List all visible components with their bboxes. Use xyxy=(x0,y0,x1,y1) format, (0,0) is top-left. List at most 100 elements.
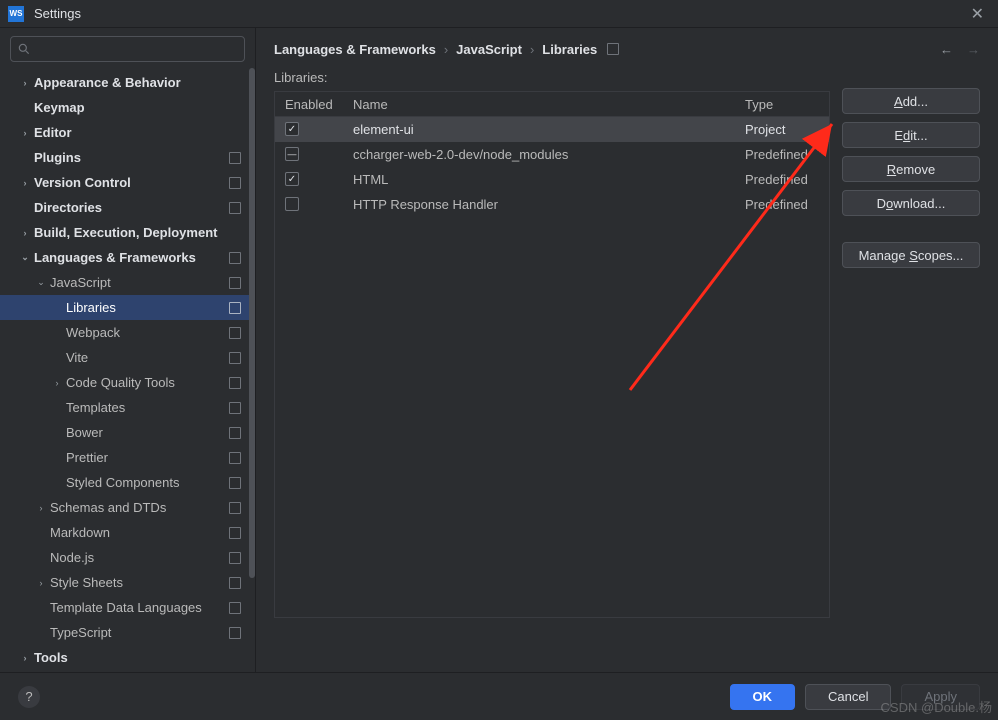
sidebar-item-label: JavaScript xyxy=(50,275,111,290)
sidebar-scrollbar[interactable] xyxy=(249,68,255,672)
table-header: Enabled Name Type xyxy=(275,92,829,117)
manage-scopes-button[interactable]: Manage Scopes... xyxy=(842,242,980,268)
scope-icon xyxy=(229,327,241,339)
sidebar-item-label: Style Sheets xyxy=(50,575,123,590)
scope-icon xyxy=(229,627,241,639)
col-enabled[interactable]: Enabled xyxy=(275,97,345,112)
close-icon[interactable]: ✕ xyxy=(965,4,990,24)
main-panel: Languages & Frameworks › JavaScript › Li… xyxy=(256,28,998,672)
chevron-icon: ⌄ xyxy=(34,277,48,288)
sidebar-item-editor[interactable]: ›Editor xyxy=(0,120,249,145)
sidebar-item-schemas-and-dtds[interactable]: ›Schemas and DTDs xyxy=(0,495,249,520)
scope-icon xyxy=(229,402,241,414)
crumb-2[interactable]: Libraries xyxy=(542,42,597,57)
scope-icon xyxy=(229,377,241,389)
scope-icon xyxy=(229,602,241,614)
crumb-0[interactable]: Languages & Frameworks xyxy=(274,42,436,57)
sidebar-item-label: Build, Execution, Deployment xyxy=(34,225,217,240)
sidebar-item-label: Template Data Languages xyxy=(50,600,202,615)
search-input[interactable] xyxy=(10,36,245,62)
library-name: HTML xyxy=(345,172,745,187)
edit-button[interactable]: Edit... xyxy=(842,122,980,148)
chevron-icon: ⌄ xyxy=(18,252,32,263)
checkbox[interactable] xyxy=(285,197,299,211)
sidebar-item-languages-frameworks[interactable]: ⌄Languages & Frameworks xyxy=(0,245,249,270)
nav-forward-icon[interactable]: → xyxy=(967,42,980,57)
sidebar-item-label: Templates xyxy=(66,400,125,415)
sidebar-item-label: Styled Components xyxy=(66,475,179,490)
chevron-icon: › xyxy=(18,78,32,88)
scope-icon xyxy=(229,252,241,264)
chevron-right-icon: › xyxy=(530,42,534,57)
library-name: ccharger-web-2.0-dev/node_modules xyxy=(345,147,745,162)
sidebar-item-templates[interactable]: Templates xyxy=(0,395,249,420)
sidebar-item-style-sheets[interactable]: ›Style Sheets xyxy=(0,570,249,595)
sidebar-item-label: Appearance & Behavior xyxy=(34,75,181,90)
table-row[interactable]: HTMLPredefined xyxy=(275,167,829,192)
sidebar-item-label: Keymap xyxy=(34,100,85,115)
ok-button[interactable]: OK xyxy=(730,684,796,710)
sidebar-item-build-execution-deployment[interactable]: ›Build, Execution, Deployment xyxy=(0,220,249,245)
chevron-icon: › xyxy=(18,653,32,663)
remove-button[interactable]: Remove xyxy=(842,156,980,182)
sidebar-item-node-js[interactable]: Node.js xyxy=(0,545,249,570)
sidebar-item-code-quality-tools[interactable]: ›Code Quality Tools xyxy=(0,370,249,395)
sidebar-item-version-control[interactable]: ›Version Control xyxy=(0,170,249,195)
table-row[interactable]: ccharger-web-2.0-dev/node_modulesPredefi… xyxy=(275,142,829,167)
checkbox[interactable] xyxy=(285,122,299,136)
download-button[interactable]: Download... xyxy=(842,190,980,216)
sidebar-item-prettier[interactable]: Prettier xyxy=(0,445,249,470)
checkbox[interactable] xyxy=(285,172,299,186)
col-name[interactable]: Name xyxy=(345,97,745,112)
sidebar-item-bower[interactable]: Bower xyxy=(0,420,249,445)
chevron-icon: › xyxy=(18,178,32,188)
sidebar-item-vite[interactable]: Vite xyxy=(0,345,249,370)
sidebar-item-label: Prettier xyxy=(66,450,108,465)
sidebar-item-appearance-behavior[interactable]: ›Appearance & Behavior xyxy=(0,70,249,95)
sidebar-item-directories[interactable]: Directories xyxy=(0,195,249,220)
sidebar-item-label: Bower xyxy=(66,425,103,440)
chevron-icon: › xyxy=(50,378,64,388)
settings-tree: ›Appearance & BehaviorKeymap›EditorPlugi… xyxy=(0,70,255,672)
sidebar-item-label: Tools xyxy=(34,650,68,665)
sidebar-item-label: Webpack xyxy=(66,325,120,340)
chevron-right-icon: › xyxy=(444,42,448,57)
library-name: element-ui xyxy=(345,122,745,137)
table-row[interactable]: element-uiProject xyxy=(275,117,829,142)
nav-back-icon[interactable]: ← xyxy=(940,42,953,57)
sidebar-item-typescript[interactable]: TypeScript xyxy=(0,620,249,645)
sidebar-item-label: Editor xyxy=(34,125,72,140)
sidebar-item-tools[interactable]: ›Tools xyxy=(0,645,249,670)
scope-icon xyxy=(229,352,241,364)
help-icon[interactable]: ? xyxy=(18,686,40,708)
add-button[interactable]: Add... xyxy=(842,88,980,114)
sidebar-item-plugins[interactable]: Plugins xyxy=(0,145,249,170)
scope-icon xyxy=(229,477,241,489)
sidebar-item-label: Languages & Frameworks xyxy=(34,250,196,265)
sidebar-item-libraries[interactable]: Libraries xyxy=(0,295,249,320)
cancel-button[interactable]: Cancel xyxy=(805,684,891,710)
sidebar-item-styled-components[interactable]: Styled Components xyxy=(0,470,249,495)
scope-icon xyxy=(229,202,241,214)
crumb-1[interactable]: JavaScript xyxy=(456,42,522,57)
sidebar-item-markdown[interactable]: Markdown xyxy=(0,520,249,545)
sidebar-item-keymap[interactable]: Keymap xyxy=(0,95,249,120)
section-label: Libraries: xyxy=(274,70,830,85)
chevron-icon: › xyxy=(34,503,48,513)
table-row[interactable]: HTTP Response HandlerPredefined xyxy=(275,192,829,217)
library-type: Project xyxy=(745,122,829,137)
sidebar-item-label: Directories xyxy=(34,200,102,215)
watermark: CSDN @Double.杨 xyxy=(881,697,992,716)
scope-icon xyxy=(229,427,241,439)
sidebar-item-javascript[interactable]: ⌄JavaScript xyxy=(0,270,249,295)
app-logo-icon: WS xyxy=(8,6,24,22)
checkbox[interactable] xyxy=(285,147,299,161)
library-type: Predefined xyxy=(745,147,829,162)
sidebar-item-label: Code Quality Tools xyxy=(66,375,175,390)
col-type[interactable]: Type xyxy=(745,97,829,112)
scope-icon xyxy=(229,577,241,589)
sidebar-item-webpack[interactable]: Webpack xyxy=(0,320,249,345)
sidebar-item-label: Libraries xyxy=(66,300,116,315)
action-buttons: Add... Edit... Remove Download... Manage… xyxy=(842,70,980,662)
sidebar-item-template-data-languages[interactable]: Template Data Languages xyxy=(0,595,249,620)
